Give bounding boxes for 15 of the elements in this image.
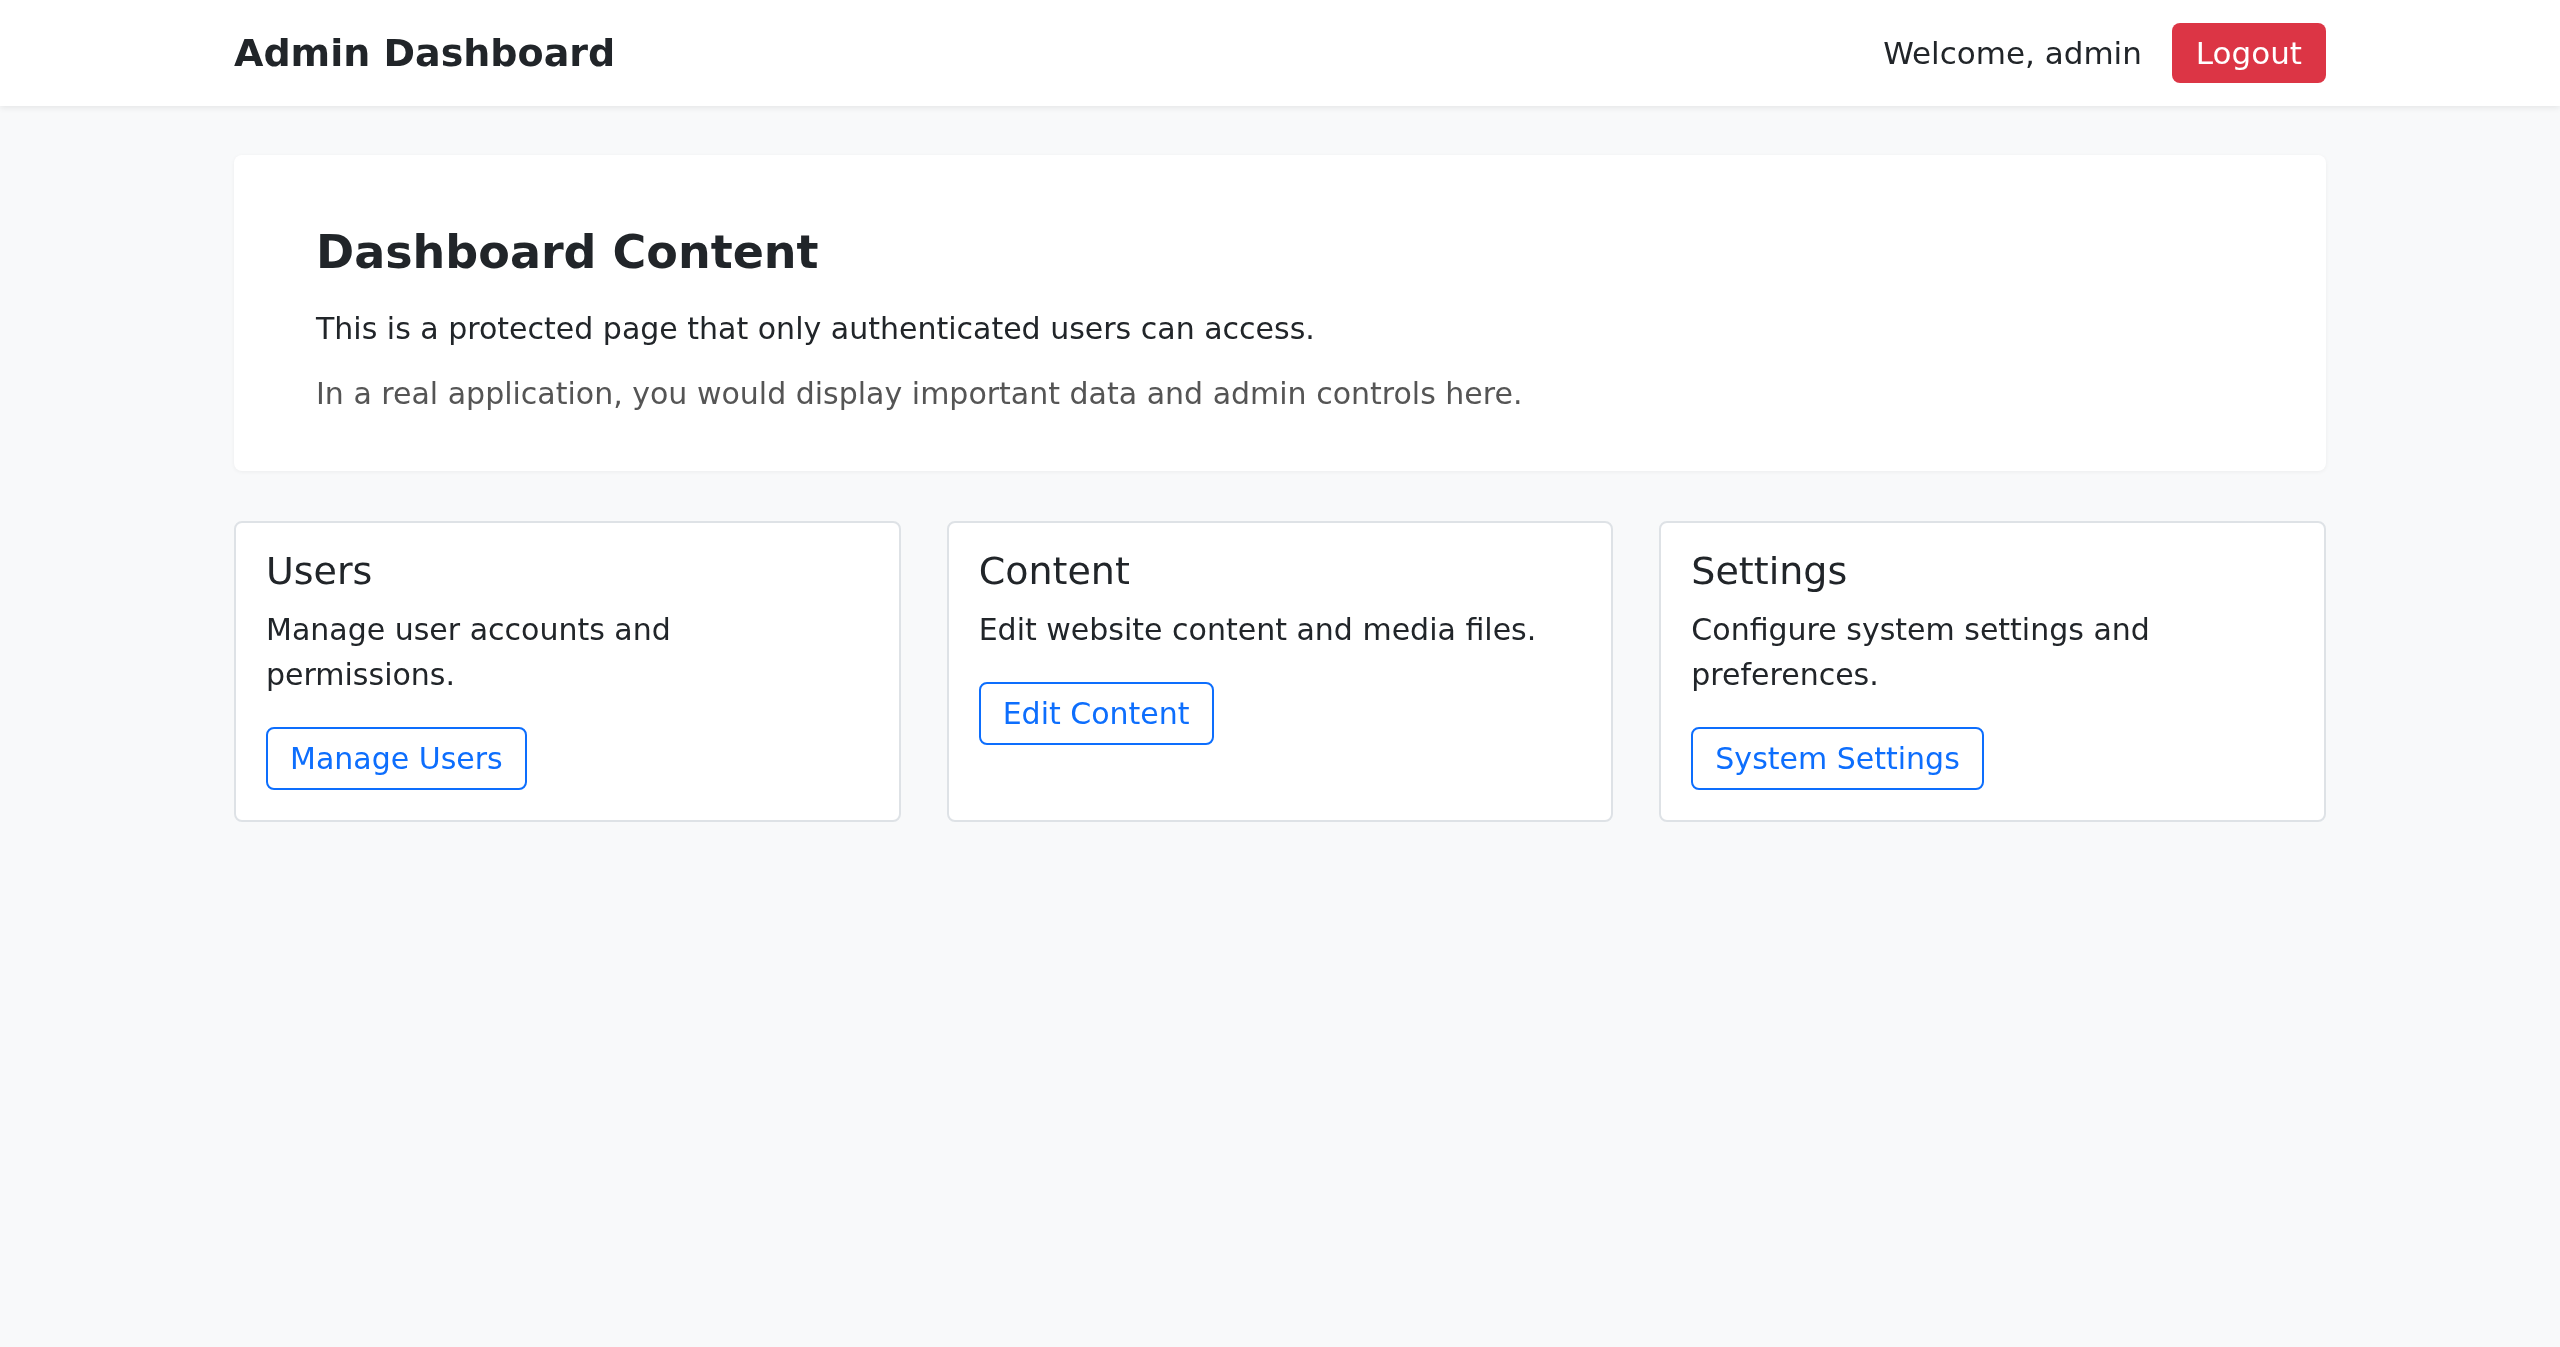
card-title: Users — [266, 549, 374, 593]
card-action-button[interactable]: Manage Users — [266, 727, 527, 790]
card-title: Settings — [1691, 549, 1849, 593]
card-title: Content — [978, 549, 1131, 593]
card-text: Manage user accounts and permissions. — [266, 611, 672, 694]
welcome-text: Welcome, admin — [1883, 35, 2142, 71]
card-action-button[interactable]: Edit Content — [978, 682, 1214, 745]
card-text: Configure system settings and preferences. — [1691, 611, 2151, 694]
brand-title: Admin Dashboard — [234, 31, 616, 75]
card-text: Edit website content and media files. — [978, 611, 1538, 649]
card-action-button[interactable]: System Settings — [1691, 727, 1984, 790]
panel-note: In a real application, you would display important data and admin controls here. — [316, 376, 1524, 411]
logout-button[interactable]: Logout — [2171, 23, 2326, 83]
panel-text: This is a protected page that only authenticated users can access. — [316, 311, 1316, 346]
panel-title: Dashboard Content — [316, 225, 820, 279]
